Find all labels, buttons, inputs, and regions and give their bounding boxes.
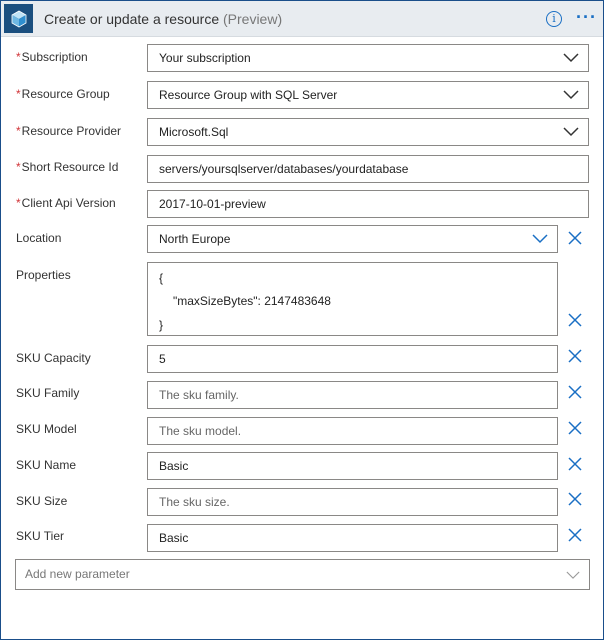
short-resource-id-input[interactable]: servers/yoursqlserver/databases/yourdata… <box>147 155 589 183</box>
location-dropdown[interactable]: North Europe <box>147 225 558 253</box>
properties-label: Properties <box>16 268 71 282</box>
resource-provider-value: Microsoft.Sql <box>159 125 229 139</box>
add-new-parameter-dropdown[interactable]: Add new parameter <box>15 559 590 590</box>
required-marker: * <box>16 87 21 101</box>
sku-size-input[interactable]: The sku size. <box>147 488 558 516</box>
short-resource-id-label-text: Short Resource Id <box>21 160 119 174</box>
clear-location-icon[interactable] <box>567 230 583 246</box>
clear-sku-family-icon[interactable] <box>567 384 583 400</box>
resource-group-label: *Resource Group <box>16 87 110 101</box>
chevron-down-icon <box>563 127 579 137</box>
resource-group-label-text: Resource Group <box>21 87 110 101</box>
chevron-down-icon <box>532 234 548 244</box>
properties-line: } <box>159 318 164 332</box>
sku-model-input[interactable]: The sku model. <box>147 417 558 445</box>
sku-name-label: SKU Name <box>16 458 77 472</box>
subscription-value: Your subscription <box>159 51 251 65</box>
resource-provider-label: *Resource Provider <box>16 124 121 138</box>
clear-properties-icon[interactable] <box>567 312 583 328</box>
resource-group-value: Resource Group with SQL Server <box>159 88 338 102</box>
subscription-label: *Subscription <box>16 50 88 64</box>
sku-family-label: SKU Family <box>16 386 80 400</box>
cube-icon <box>4 4 33 33</box>
properties-line: { <box>159 271 164 285</box>
sku-size-label: SKU Size <box>16 494 68 508</box>
action-card: Create or update a resource (Preview) i … <box>0 0 604 640</box>
client-api-version-input[interactable]: 2017-10-01-preview <box>147 190 589 218</box>
properties-editor[interactable]: { "maxSizeBytes": 2147483648 } <box>147 262 558 336</box>
location-value: North Europe <box>159 232 231 246</box>
client-api-version-label: *Client Api Version <box>16 196 116 210</box>
required-marker: * <box>16 50 21 64</box>
resource-provider-label-text: Resource Provider <box>21 124 122 138</box>
location-label: Location <box>16 231 62 245</box>
client-api-version-label-text: Client Api Version <box>21 196 116 210</box>
sku-name-input[interactable]: Basic <box>147 452 558 480</box>
chevron-down-icon <box>563 53 579 63</box>
action-title-text: Create or update a resource <box>44 11 220 27</box>
subscription-label-text: Subscription <box>21 50 88 64</box>
required-marker: * <box>16 160 21 174</box>
preview-tag: (Preview) <box>223 11 283 27</box>
subscription-dropdown[interactable]: Your subscription <box>147 44 589 72</box>
sku-name-value: Basic <box>159 459 189 473</box>
chevron-down-icon <box>566 571 580 579</box>
ellipsis-icon[interactable]: ··· <box>576 8 597 26</box>
resource-provider-dropdown[interactable]: Microsoft.Sql <box>147 118 589 146</box>
sku-capacity-input[interactable]: 5 <box>147 345 558 373</box>
sku-model-placeholder: The sku model. <box>159 424 242 438</box>
clear-sku-name-icon[interactable] <box>567 456 583 472</box>
short-resource-id-value: servers/yoursqlserver/databases/yourdata… <box>159 162 409 176</box>
action-title: Create or update a resource (Preview) <box>44 11 282 27</box>
clear-sku-capacity-icon[interactable] <box>567 348 583 364</box>
sku-capacity-label: SKU Capacity <box>16 351 91 365</box>
clear-sku-model-icon[interactable] <box>567 420 583 436</box>
chevron-down-icon <box>563 90 579 100</box>
sku-tier-value: Basic <box>159 531 189 545</box>
info-icon[interactable]: i <box>546 11 562 27</box>
sku-family-placeholder: The sku family. <box>159 388 239 402</box>
client-api-version-value: 2017-10-01-preview <box>159 197 266 211</box>
required-marker: * <box>16 196 21 210</box>
sku-tier-label: SKU Tier <box>16 529 65 543</box>
add-new-parameter-placeholder: Add new parameter <box>25 567 130 581</box>
clear-sku-size-icon[interactable] <box>567 491 583 507</box>
properties-line: "maxSizeBytes": 2147483648 <box>173 294 331 308</box>
resource-group-dropdown[interactable]: Resource Group with SQL Server <box>147 81 589 109</box>
action-header[interactable]: Create or update a resource (Preview) i … <box>1 1 603 37</box>
sku-model-label: SKU Model <box>16 422 77 436</box>
sku-size-placeholder: The sku size. <box>159 495 230 509</box>
sku-capacity-value: 5 <box>159 352 166 366</box>
clear-sku-tier-icon[interactable] <box>567 527 583 543</box>
sku-family-input[interactable]: The sku family. <box>147 381 558 409</box>
required-marker: * <box>16 124 21 138</box>
short-resource-id-label: *Short Resource Id <box>16 160 118 174</box>
sku-tier-input[interactable]: Basic <box>147 524 558 552</box>
